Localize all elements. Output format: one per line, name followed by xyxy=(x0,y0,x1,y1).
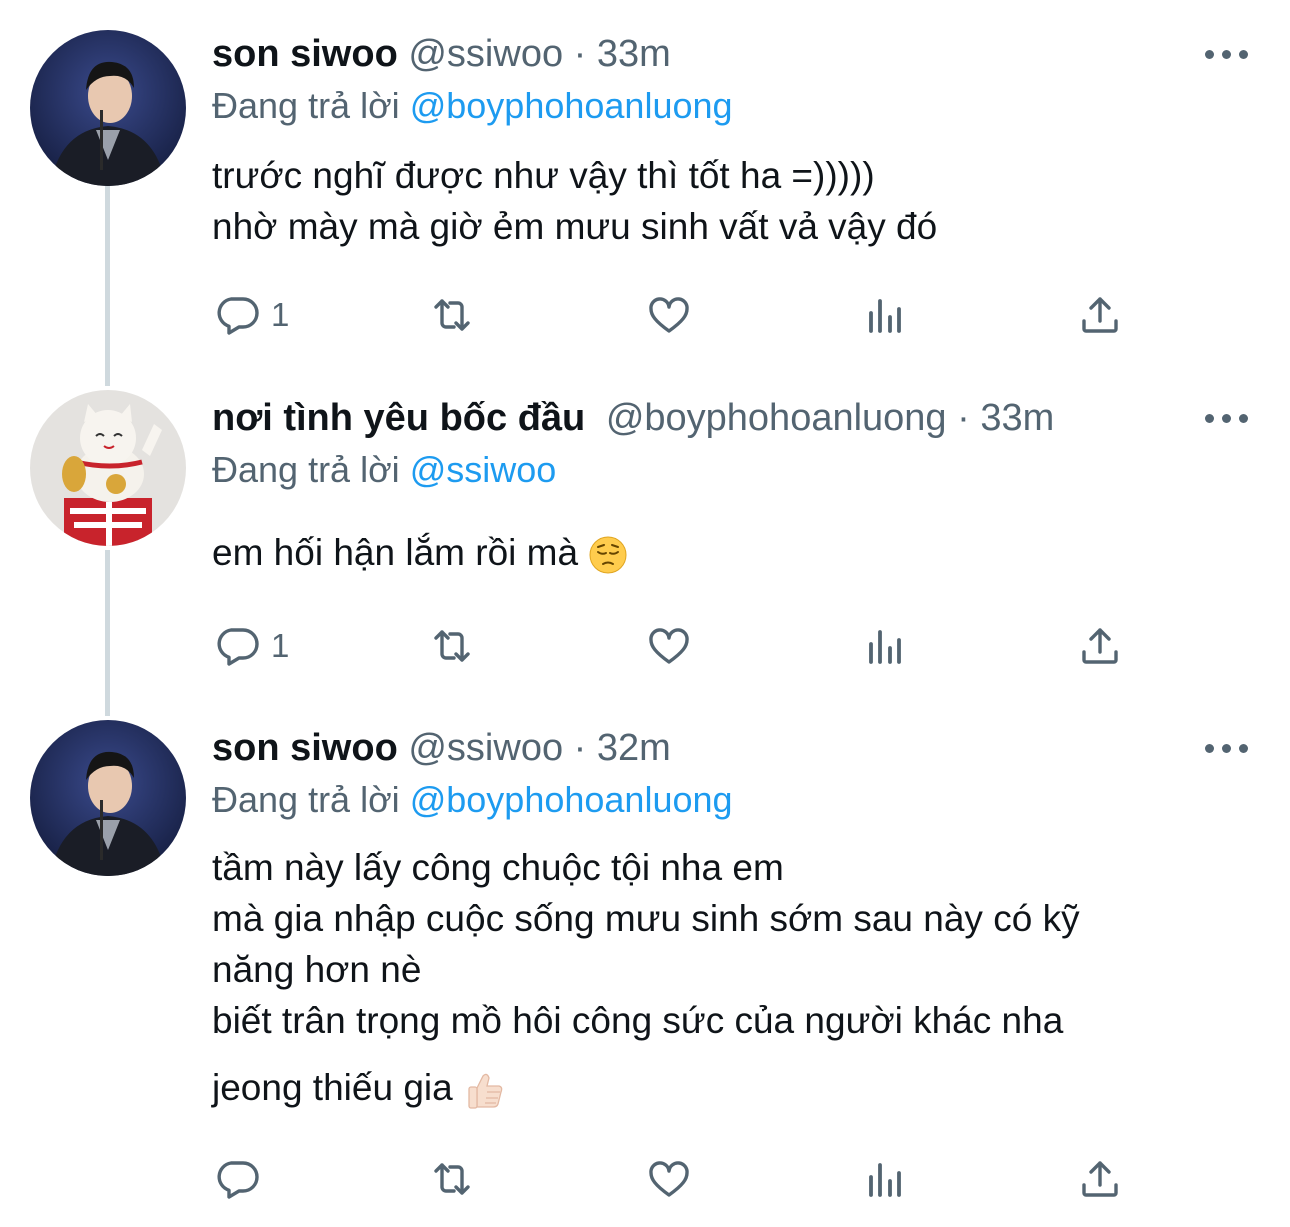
like-button[interactable] xyxy=(645,285,693,345)
like-button[interactable] xyxy=(645,1149,693,1209)
tweet-text: trước nghĩ được như vậy thì tốt ha =))))… xyxy=(212,150,937,252)
reply-to-line: Đang trả lời @ssiwoo xyxy=(212,448,556,492)
tweet-header: son siwoo @ssiwoo · 33m xyxy=(212,32,671,76)
like-icon xyxy=(649,297,689,333)
separator-dot: · xyxy=(573,727,587,769)
display-name[interactable]: son siwoo xyxy=(212,33,398,75)
reply-icon xyxy=(217,1161,259,1199)
reply-mention-link[interactable]: @boyphohoanluong xyxy=(410,779,733,820)
action-bar xyxy=(0,1149,1290,1209)
tweet[interactable]: son siwoo @ssiwoo · 33m Đang trả lời @bo… xyxy=(0,0,1290,360)
pensive-face-emoji xyxy=(589,536,627,574)
reply-button[interactable] xyxy=(213,1149,271,1209)
tweet-text-line: trước nghĩ được như vậy thì tốt ha =))))… xyxy=(212,155,875,196)
reply-button[interactable]: 1 xyxy=(213,616,289,676)
share-button[interactable] xyxy=(1076,1149,1124,1209)
retweet-icon xyxy=(434,1163,470,1195)
reply-icon xyxy=(217,628,259,666)
like-icon xyxy=(649,1161,689,1197)
reply-button[interactable]: 1 xyxy=(213,285,289,345)
user-handle[interactable]: @boyphohoanluong xyxy=(606,397,947,439)
tweet[interactable]: nơi tình yêu bốc đầu @boyphohoanluong · … xyxy=(0,360,1290,700)
action-bar: 1 xyxy=(0,616,1290,676)
reply-prefix: Đang trả lời xyxy=(212,779,400,820)
user-handle[interactable]: @ssiwoo xyxy=(408,727,563,769)
reply-icon xyxy=(217,297,259,335)
tweet-text: tầm này lấy công chuộc tội nha em mà gia… xyxy=(212,842,1080,1113)
more-icon[interactable] xyxy=(1205,408,1249,428)
share-button[interactable] xyxy=(1076,616,1124,676)
separator-dot: · xyxy=(957,397,970,439)
share-button[interactable] xyxy=(1076,285,1124,345)
like-button[interactable] xyxy=(645,616,693,676)
timestamp[interactable]: 33m xyxy=(597,33,671,75)
display-name[interactable]: son siwoo xyxy=(212,727,398,769)
retweet-button[interactable] xyxy=(428,1149,476,1209)
thumbs-up-emoji xyxy=(468,1073,503,1109)
avatar[interactable] xyxy=(30,30,186,186)
retweet-icon xyxy=(434,630,470,662)
analytics-button[interactable] xyxy=(861,616,909,676)
avatar-image xyxy=(30,390,186,546)
retweet-icon xyxy=(434,299,470,331)
avatar[interactable] xyxy=(30,390,186,546)
tweet-text-line: nhờ mày mà giờ ẻm mưu sinh vất vả vậy đó xyxy=(212,206,938,247)
retweet-button[interactable] xyxy=(428,285,476,345)
user-handle[interactable]: @ssiwoo xyxy=(408,33,563,75)
tweet-header: son siwoo @ssiwoo · 32m xyxy=(212,726,671,770)
more-icon[interactable] xyxy=(1205,44,1249,64)
analytics-icon xyxy=(869,299,901,333)
reply-mention-link[interactable]: @boyphohoanluong xyxy=(410,85,733,126)
reply-to-line: Đang trả lời @boyphohoanluong xyxy=(212,84,733,128)
analytics-button[interactable] xyxy=(861,285,909,345)
tweet-text-line: năng hơn nè xyxy=(212,949,422,990)
like-icon xyxy=(649,628,689,664)
tweet-text-line: mà gia nhập cuộc sống mưu sinh sớm sau n… xyxy=(212,898,1080,939)
analytics-icon xyxy=(869,1163,901,1197)
timestamp[interactable]: 32m xyxy=(597,727,671,769)
reply-to-line: Đang trả lời @boyphohoanluong xyxy=(212,778,733,822)
more-icon[interactable] xyxy=(1205,738,1249,758)
tweet-text: em hối hận lắm rồi mà xyxy=(212,527,628,578)
tweet-text-line: jeong thiếu gia xyxy=(212,1067,453,1108)
share-icon xyxy=(1082,1161,1118,1197)
analytics-button[interactable] xyxy=(861,1149,909,1209)
action-bar: 1 xyxy=(0,285,1290,345)
tweet-text-line: em hối hận lắm rồi mà xyxy=(212,532,579,573)
reply-prefix: Đang trả lời xyxy=(212,449,400,490)
tweet-text-line: tầm này lấy công chuộc tội nha em xyxy=(212,847,784,888)
tweet[interactable]: son siwoo @ssiwoo · 32m Đang trả lời @bo… xyxy=(0,700,1290,1227)
avatar-image xyxy=(30,30,186,186)
reply-count: 1 xyxy=(271,627,290,664)
share-icon xyxy=(1082,297,1118,333)
separator-dot: · xyxy=(573,33,587,75)
avatar-image xyxy=(30,720,186,876)
avatar[interactable] xyxy=(30,720,186,876)
analytics-icon xyxy=(869,630,901,664)
retweet-button[interactable] xyxy=(428,616,476,676)
display-name[interactable]: nơi tình yêu bốc đầu xyxy=(212,397,585,439)
reply-prefix: Đang trả lời xyxy=(212,85,400,126)
tweet-header: nơi tình yêu bốc đầu @boyphohoanluong · … xyxy=(212,396,1054,440)
reply-mention-link[interactable]: @ssiwoo xyxy=(410,449,557,490)
reply-count: 1 xyxy=(271,296,290,333)
share-icon xyxy=(1082,628,1118,664)
tweet-text-line: biết trân trọng mồ hôi công sức của ngườ… xyxy=(212,1000,1064,1041)
timestamp[interactable]: 33m xyxy=(980,397,1054,439)
